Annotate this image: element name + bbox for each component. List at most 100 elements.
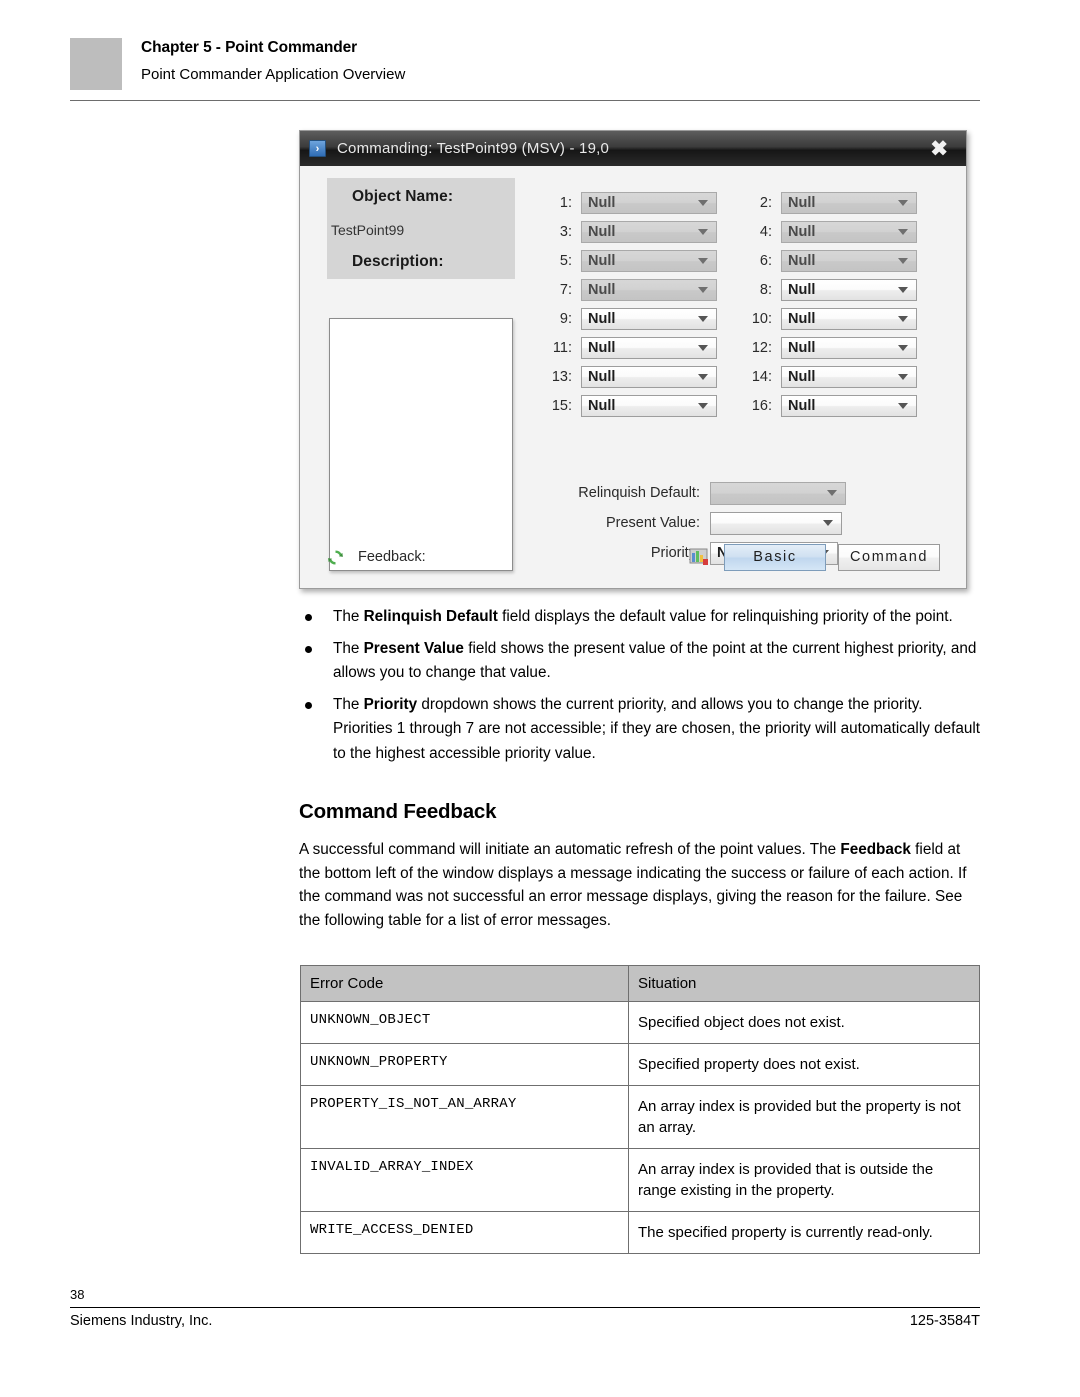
chevron-down-icon bbox=[698, 344, 708, 351]
priority-combo-10[interactable]: Null bbox=[781, 307, 917, 330]
priority-combo-1[interactable]: Null bbox=[581, 191, 717, 214]
header-text-block: Chapter 5 - Point Commander Point Comman… bbox=[141, 38, 405, 85]
priority-value-6: Null bbox=[788, 252, 816, 269]
priority-combo-12[interactable]: Null bbox=[781, 336, 917, 359]
priority-value-7: Null bbox=[588, 281, 616, 298]
error-code-cell: UNKNOWN_OBJECT bbox=[300, 1001, 629, 1044]
priority-combo-4[interactable]: Null bbox=[781, 220, 917, 243]
priority-index-4: 4: bbox=[759, 223, 772, 240]
priority-index-1: 1: bbox=[559, 194, 572, 211]
bar-chart-icon[interactable] bbox=[689, 547, 710, 567]
situation-cell: An array index is provided that is outsi… bbox=[628, 1148, 980, 1212]
priority-cell-16: 16: Null bbox=[738, 394, 938, 417]
header-divider bbox=[70, 100, 980, 101]
priority-value-10: Null bbox=[788, 310, 816, 327]
bullet-1-post: field displays the default value for rel… bbox=[497, 608, 953, 625]
priority-combo-6[interactable]: Null bbox=[781, 249, 917, 272]
situation-cell: Specified property does not exist. bbox=[628, 1043, 980, 1086]
relinquish-default-combo[interactable] bbox=[710, 481, 846, 505]
priority-value-13: Null bbox=[588, 368, 616, 385]
chevron-down-icon bbox=[698, 402, 708, 409]
para-bold: Feedback bbox=[840, 841, 911, 858]
relinquish-default-label: Relinquish Default: bbox=[578, 485, 700, 501]
priority-combo-16[interactable]: Null bbox=[781, 394, 917, 417]
priority-index-8: 8: bbox=[759, 281, 772, 298]
dialog-titlebar: › Commanding: TestPoint99 (MSV) - 19,0 ✖ bbox=[300, 131, 966, 166]
priority-cell-10: 10: Null bbox=[738, 307, 938, 330]
priority-value-8: Null bbox=[788, 281, 816, 298]
section-heading: Command Feedback bbox=[299, 800, 497, 823]
priority-value-12: Null bbox=[788, 339, 816, 356]
chevron-down-icon bbox=[898, 315, 908, 322]
present-value-label: Present Value: bbox=[605, 515, 700, 531]
priority-cell-7: 7: Null bbox=[538, 278, 738, 301]
priority-row: 5: Null 6: Null bbox=[538, 246, 938, 275]
chevron-right-icon: › bbox=[309, 140, 326, 157]
chevron-down-icon bbox=[698, 257, 708, 264]
priority-row: 9: Null 10: Null bbox=[538, 304, 938, 333]
priority-value-4: Null bbox=[788, 223, 816, 240]
priority-cell-13: 13: Null bbox=[538, 365, 738, 388]
situation-cell: The specified property is currently read… bbox=[628, 1211, 980, 1254]
description-label: Description: bbox=[352, 253, 444, 270]
priority-value-16: Null bbox=[788, 397, 816, 414]
priority-value-15: Null bbox=[588, 397, 616, 414]
priority-cell-14: 14: Null bbox=[738, 365, 938, 388]
chevron-down-icon bbox=[698, 228, 708, 235]
priority-combo-2[interactable]: Null bbox=[781, 191, 917, 214]
priority-row: 13: Null 14: Null bbox=[538, 362, 938, 391]
chevron-down-icon bbox=[823, 520, 833, 526]
error-code-cell: PROPERTY_IS_NOT_AN_ARRAY bbox=[300, 1085, 629, 1149]
footer-company: Siemens Industry, Inc. bbox=[70, 1313, 213, 1329]
chevron-down-icon bbox=[698, 199, 708, 206]
priority-row: 11: Null 12: Null bbox=[538, 333, 938, 362]
chevron-down-icon bbox=[898, 257, 908, 264]
table-row: WRITE_ACCESS_DENIED The specified proper… bbox=[300, 1211, 980, 1254]
present-value-combo[interactable] bbox=[710, 511, 842, 535]
priority-combo-13[interactable]: Null bbox=[581, 365, 717, 388]
error-code-cell: UNKNOWN_PROPERTY bbox=[300, 1043, 629, 1086]
table-header-error-code: Error Code bbox=[300, 965, 629, 1002]
priority-cell-1: 1: Null bbox=[538, 191, 738, 214]
chevron-down-icon bbox=[698, 373, 708, 380]
chevron-down-icon bbox=[898, 286, 908, 293]
chevron-down-icon bbox=[827, 490, 837, 496]
priority-value-3: Null bbox=[588, 223, 616, 240]
priority-combo-9[interactable]: Null bbox=[581, 307, 717, 330]
commanding-dialog: › Commanding: TestPoint99 (MSV) - 19,0 ✖… bbox=[299, 130, 967, 589]
priority-combo-14[interactable]: Null bbox=[781, 365, 917, 388]
table-header-situation: Situation bbox=[628, 965, 980, 1002]
priority-cell-15: 15: Null bbox=[538, 394, 738, 417]
object-info-panel: Object Name: TestPoint99 Description: bbox=[327, 178, 515, 279]
basic-button[interactable]: Basic bbox=[724, 543, 826, 571]
bullet-3-bold: Priority bbox=[363, 695, 418, 713]
bullet-1-bold: Relinquish Default bbox=[363, 608, 498, 625]
priority-cell-11: 11: Null bbox=[538, 336, 738, 359]
priority-combo-15[interactable]: Null bbox=[581, 394, 717, 417]
command-button[interactable]: Command bbox=[838, 543, 940, 571]
close-icon[interactable]: ✖ bbox=[930, 138, 948, 159]
footer-doc-number: 125-3584T bbox=[909, 1313, 980, 1329]
priority-array-grid: 1: Null 2: Null 3: Null 4: Null 5: Null … bbox=[538, 188, 938, 420]
header-swatch bbox=[70, 38, 122, 90]
bullet-list: The Relinquish Default field displays th… bbox=[299, 605, 981, 773]
bullet-present-value: The Present Value field shows the presen… bbox=[299, 637, 981, 686]
priority-cell-5: 5: Null bbox=[538, 249, 738, 272]
bullet-3-post: dropdown shows the current priority, and… bbox=[333, 695, 981, 762]
object-name-label: Object Name: bbox=[352, 188, 454, 205]
description-textarea[interactable] bbox=[329, 318, 513, 571]
bullet-relinquish-default: The Relinquish Default field displays th… bbox=[299, 605, 981, 630]
priority-combo-5[interactable]: Null bbox=[581, 249, 717, 272]
chevron-down-icon bbox=[698, 286, 708, 293]
chevron-down-icon bbox=[898, 373, 908, 380]
priority-row: 3: Null 4: Null bbox=[538, 217, 938, 246]
priority-combo-8[interactable]: Null bbox=[781, 278, 917, 301]
object-name-value: TestPoint99 bbox=[331, 222, 405, 238]
section-paragraph: A successful command will initiate an au… bbox=[299, 838, 983, 932]
priority-combo-11[interactable]: Null bbox=[581, 336, 717, 359]
table-header-row: Error Code Situation bbox=[300, 965, 980, 1002]
priority-combo-7[interactable]: Null bbox=[581, 278, 717, 301]
dialog-title: Commanding: TestPoint99 (MSV) - 19,0 bbox=[337, 140, 610, 157]
refresh-icon[interactable] bbox=[326, 548, 345, 567]
priority-combo-3[interactable]: Null bbox=[581, 220, 717, 243]
